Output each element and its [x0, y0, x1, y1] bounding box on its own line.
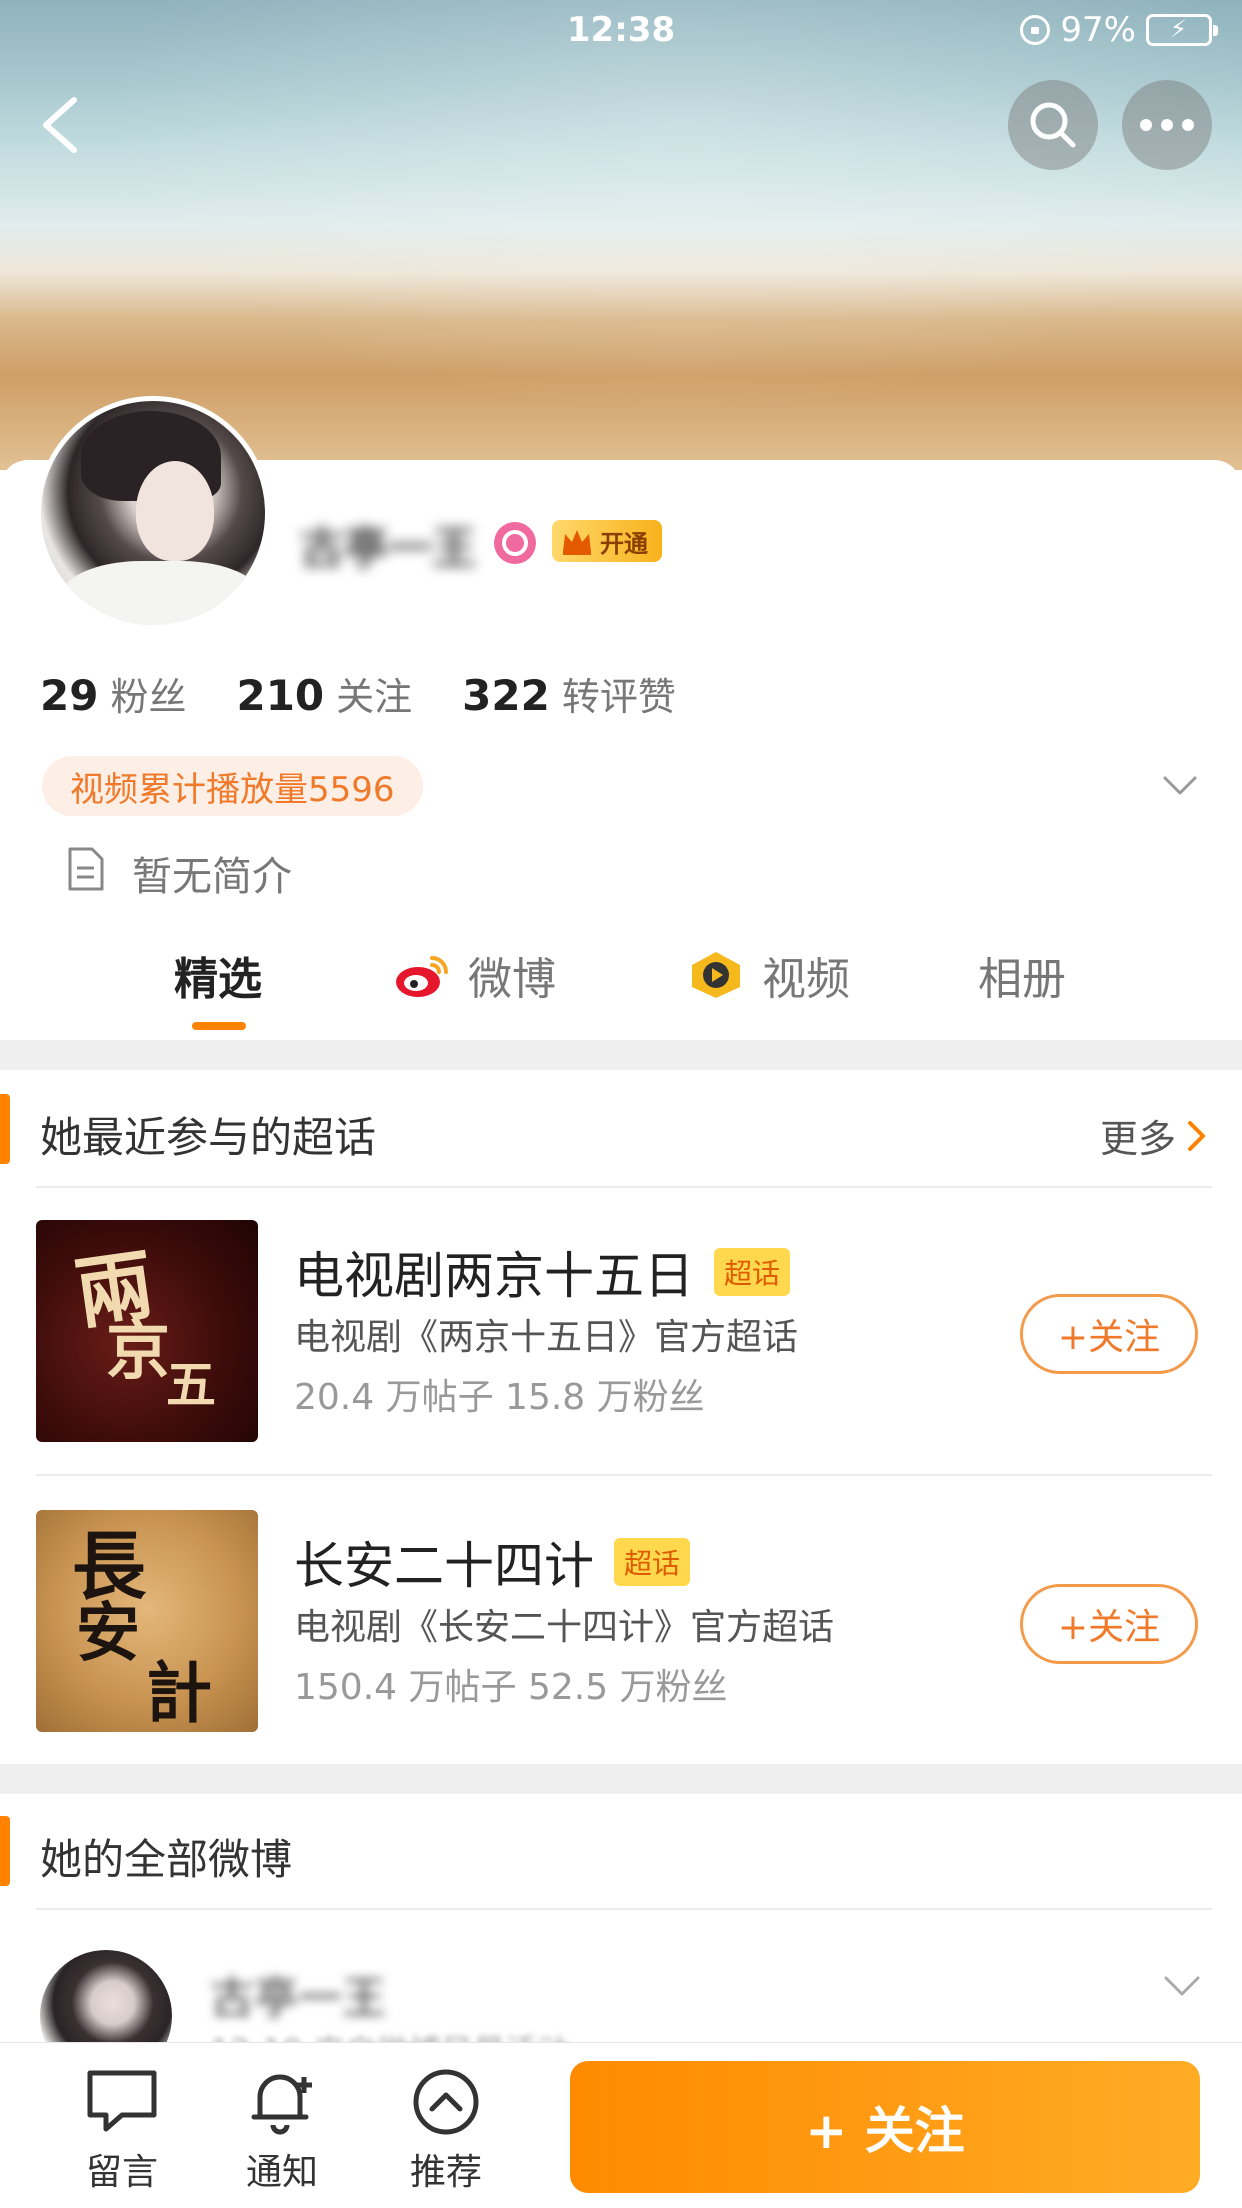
- section-gap: [0, 1764, 1242, 1794]
- divider: [36, 1908, 1212, 1910]
- tab-video[interactable]: 视频: [688, 940, 850, 1010]
- stat-value: 322: [462, 671, 550, 720]
- cover-art-glyph: 安: [76, 1596, 140, 1671]
- topic-description: 电视剧《长安二十四计》官方超话: [294, 1607, 835, 1648]
- avatar-robe-shape: [61, 561, 261, 625]
- status-bar: 12:38 97% ⚡: [0, 0, 1242, 62]
- back-button[interactable]: [30, 90, 90, 160]
- cover-art-glyph: 計: [146, 1654, 212, 1732]
- battery-tip: [1213, 25, 1218, 36]
- divider: [36, 1474, 1212, 1476]
- tab-featured[interactable]: 精选: [174, 940, 262, 1010]
- avatar-face-shape: [136, 461, 214, 561]
- profile-tabs: 精选 微博 视频 相册: [0, 940, 1242, 1040]
- topic-name: 电视剧两京十五日 超话: [294, 1236, 791, 1308]
- stat-interactions[interactable]: 322 转评赞: [462, 666, 676, 721]
- bottom-item-label: 留言: [85, 2152, 158, 2193]
- topic-meta: 20.4 万帖子 15.8 万粉丝: [294, 1377, 705, 1418]
- super-topic-item[interactable]: 兩 京 五 电视剧两京十五日 超话 电视剧《两京十五日》官方超话 20.4 万帖…: [0, 1194, 1242, 1454]
- stat-value: 29: [40, 671, 99, 720]
- topic-name: 长安二十四计 超话: [294, 1526, 691, 1598]
- vip-open-badge[interactable]: 开通: [552, 520, 662, 562]
- topic-title: 长安二十四计: [294, 1537, 594, 1595]
- topic-cover-image: 長 安 計: [36, 1510, 258, 1732]
- stat-label: 转评赞: [561, 675, 676, 719]
- cover-art-glyph: 京: [106, 1314, 170, 1389]
- tab-label: 精选: [174, 954, 262, 1005]
- stat-label: 关注: [336, 675, 413, 719]
- message-button[interactable]: 留言: [62, 2067, 182, 2195]
- tab-album[interactable]: 相册: [978, 940, 1066, 1010]
- video-icon: [692, 952, 740, 998]
- super-topics-title: 她最近参与的超话: [40, 1113, 377, 1162]
- tab-label: 微博: [468, 954, 556, 1005]
- cover-art-glyph: 五: [166, 1355, 216, 1414]
- stat-value: 210: [236, 671, 325, 720]
- stat-following[interactable]: 210 关注: [236, 666, 412, 721]
- chevron-left-icon: [43, 97, 77, 153]
- banner-overlay: [0, 0, 1242, 470]
- all-posts-title: 她的全部微博: [40, 1835, 293, 1884]
- vip-badge-label: 开通: [600, 529, 648, 558]
- chevron-right-icon: [1188, 1120, 1205, 1151]
- tab-label: 相册: [978, 954, 1066, 1005]
- avatar[interactable]: [36, 396, 270, 630]
- profile-stats: 29 粉丝 210 关注 322 转评赞: [40, 666, 676, 721]
- profile-bio: 暂无简介: [132, 854, 292, 900]
- stat-followers[interactable]: 29 粉丝: [40, 666, 186, 721]
- more-dots-icon: [1140, 119, 1194, 131]
- follow-user-button[interactable]: + 关注: [570, 2061, 1200, 2193]
- search-button[interactable]: [1008, 80, 1098, 170]
- message-icon: [87, 2070, 157, 2132]
- battery-icon: ⚡: [1146, 14, 1218, 46]
- bottom-action-bar: 留言 通知 推荐 + 关注: [0, 2042, 1242, 2208]
- verified-badge-icon: [494, 522, 536, 564]
- super-topic-item[interactable]: 長 安 計 长安二十四计 超话 电视剧《长安二十四计》官方超话 150.4 万帖…: [0, 1484, 1242, 1744]
- weibo-icon: [396, 956, 448, 997]
- section-gap: [0, 1040, 1242, 1070]
- status-right: 97% ⚡: [1020, 10, 1218, 50]
- profile-username: 古亭一王: [300, 523, 476, 574]
- bottom-item-label: 通知: [245, 2152, 318, 2193]
- post-author-name[interactable]: 古亭一王: [210, 1962, 386, 2026]
- topic-cover-image: 兩 京 五: [36, 1220, 258, 1442]
- charging-bolt-icon: ⚡: [1170, 15, 1187, 43]
- bell-icon: [251, 2074, 312, 2135]
- crown-icon: [563, 530, 591, 555]
- notify-button[interactable]: 通知: [222, 2067, 342, 2195]
- divider: [36, 1186, 1212, 1188]
- tab-weibo[interactable]: 微博: [394, 940, 556, 1010]
- super-topic-tag: 超话: [714, 1248, 791, 1296]
- topic-description: 电视剧《两京十五日》官方超话: [294, 1317, 799, 1358]
- section-accent-bar: [0, 1094, 10, 1164]
- recommend-icon: [413, 2069, 479, 2135]
- chevron-down-icon[interactable]: [1160, 1966, 1204, 2006]
- stat-label: 粉丝: [110, 675, 187, 719]
- more-label: 更多: [1099, 1117, 1176, 1161]
- bottom-item-label: 推荐: [409, 2152, 482, 2193]
- active-tab-indicator: [192, 1022, 246, 1030]
- topic-title: 电视剧两京十五日: [294, 1247, 694, 1305]
- topic-meta: 150.4 万帖子 52.5 万粉丝: [294, 1667, 728, 1708]
- search-icon: [1030, 102, 1076, 148]
- super-topics-more-link[interactable]: 更多: [1100, 1108, 1208, 1163]
- tab-label: 视频: [762, 954, 850, 1005]
- section-accent-bar: [0, 1816, 10, 1886]
- rotation-lock-icon: [1020, 15, 1051, 45]
- document-icon: [68, 847, 104, 891]
- follow-topic-button[interactable]: +关注: [1020, 1294, 1198, 1374]
- more-options-button[interactable]: [1122, 80, 1212, 170]
- video-play-count-badge[interactable]: 视频累计播放量5596: [42, 756, 423, 816]
- follow-topic-button[interactable]: +关注: [1020, 1584, 1198, 1664]
- super-topic-tag: 超话: [614, 1538, 691, 1586]
- chevron-down-icon[interactable]: [1160, 766, 1200, 806]
- battery-percent: 97%: [1060, 10, 1136, 50]
- recommend-button[interactable]: 推荐: [386, 2067, 506, 2195]
- cover-art-glyph: 長: [72, 1524, 146, 1610]
